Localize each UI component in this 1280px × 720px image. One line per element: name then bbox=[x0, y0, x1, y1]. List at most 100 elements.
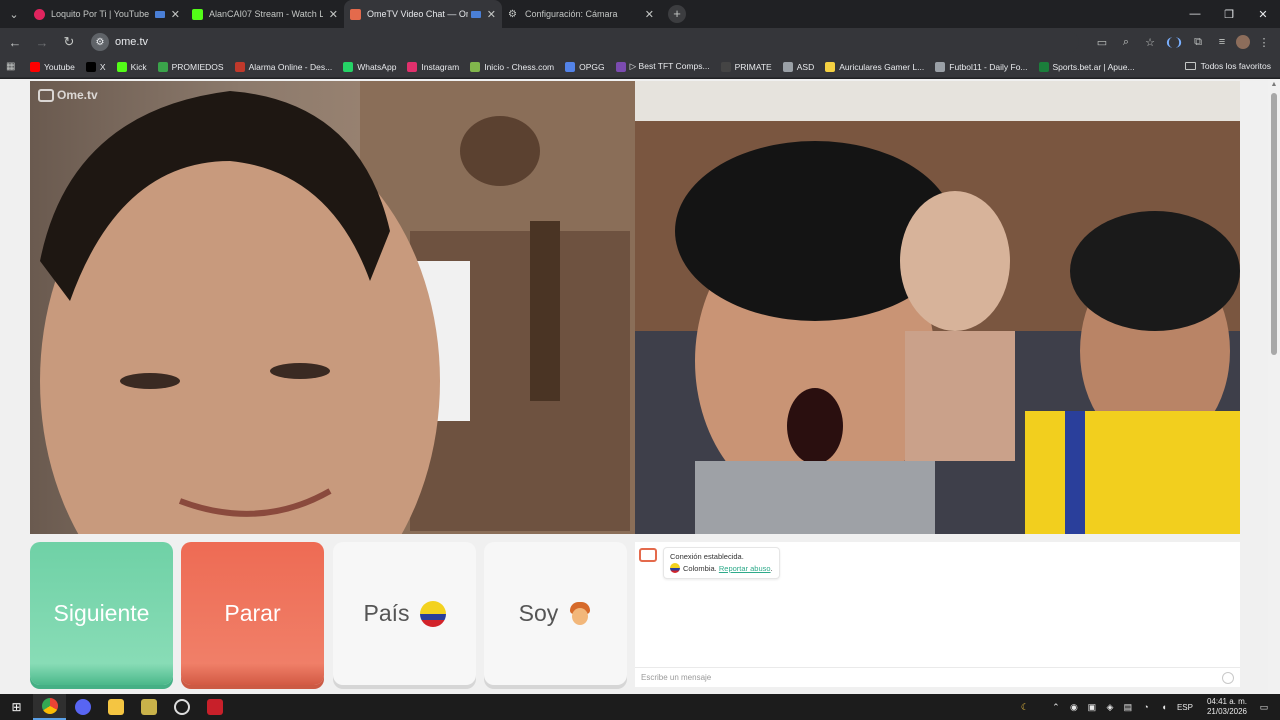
bookmark-item[interactable]: X bbox=[85, 61, 106, 72]
colombia-flag-icon bbox=[670, 563, 680, 573]
bookmark-label: X bbox=[99, 61, 106, 72]
reload-icon[interactable]: ↻ bbox=[57, 30, 81, 54]
site-info-icon[interactable]: ⚙ bbox=[91, 33, 109, 51]
message-placeholder: Escribe un mensaje bbox=[641, 673, 712, 682]
partner-country: Colombia. bbox=[683, 564, 717, 573]
tab-kick[interactable]: AlanCAI07 Stream - Watch Live ✕ bbox=[186, 0, 344, 28]
bookmark-label: Futbol11 - Daily Fo... bbox=[949, 61, 1028, 72]
taskbar-discord[interactable] bbox=[66, 694, 99, 720]
emoji-icon[interactable] bbox=[1222, 672, 1234, 684]
bookmark-item[interactable]: Kick bbox=[116, 61, 147, 72]
moon-icon[interactable]: ☾ bbox=[1017, 699, 1033, 715]
control-buttons: Siguiente Parar País Soy bbox=[30, 542, 627, 687]
bookmark-label: Instagram bbox=[421, 61, 460, 72]
bookmark-label: PRIMATE bbox=[734, 61, 772, 72]
zoom-icon[interactable]: ⌕ bbox=[1116, 32, 1136, 52]
bookmark-favicon-icon bbox=[720, 61, 731, 72]
profile-avatar[interactable] bbox=[1236, 35, 1250, 49]
tv-icon bbox=[38, 88, 54, 102]
bookmark-favicon-icon bbox=[935, 61, 946, 72]
bookmark-favicon-icon bbox=[470, 61, 481, 72]
language-indicator[interactable]: ESP bbox=[1177, 703, 1193, 712]
volume-icon[interactable]: ◔ bbox=[1138, 699, 1154, 715]
bookmark-item[interactable]: ▷ Best TFT Comps... bbox=[615, 61, 710, 72]
mic-icon[interactable]: ◖ bbox=[1156, 699, 1172, 715]
all-bookmarks[interactable]: Todos los favoritos bbox=[1184, 61, 1271, 71]
extension-icon[interactable]: ❨❩ bbox=[1164, 32, 1184, 52]
bookmark-label: WhatsApp bbox=[357, 61, 397, 72]
bookmark-item[interactable]: PRIMATE bbox=[720, 61, 772, 72]
bookmark-item[interactable]: Instagram bbox=[407, 61, 460, 72]
bookmark-item[interactable]: OPGG bbox=[565, 61, 605, 72]
chevron-up-icon[interactable]: ⌃ bbox=[1048, 699, 1064, 715]
all-bookmarks-label: Todos los favoritos bbox=[1200, 61, 1271, 71]
close-window-icon[interactable]: ✕ bbox=[1246, 0, 1280, 28]
bookmark-label: Youtube bbox=[44, 61, 75, 72]
steam-icon[interactable]: ◉ bbox=[1066, 699, 1082, 715]
system-tray: ☾ ⌃ ◉ ▣ ◈ ▤ ◔ ◖ ESP 04:41 a. m. 21/03/20… bbox=[1016, 694, 1280, 720]
country-button[interactable]: País bbox=[333, 542, 476, 685]
reading-list-icon[interactable]: ≡ bbox=[1212, 32, 1232, 52]
gender-button[interactable]: Soy bbox=[484, 542, 627, 685]
chrome-icon bbox=[41, 698, 58, 714]
start-button[interactable]: ⊞ bbox=[0, 694, 33, 720]
close-tab-icon[interactable]: ✕ bbox=[645, 8, 654, 21]
restore-icon[interactable]: ❐ bbox=[1212, 0, 1246, 28]
apps-grid-icon[interactable]: ▦ bbox=[6, 61, 20, 72]
tab-youtube[interactable]: Loquito Por Ti | YouTube M ✕ bbox=[28, 0, 186, 28]
bookmark-item[interactable]: Alarma Online - Des... bbox=[234, 61, 332, 72]
bookmark-item[interactable]: Youtube bbox=[30, 61, 75, 72]
clock[interactable]: 04:41 a. m. 21/03/2026 bbox=[1207, 697, 1247, 717]
controller-icon[interactable]: ◈ bbox=[1102, 699, 1118, 715]
stop-button[interactable]: Parar bbox=[181, 542, 324, 685]
taskbar-game[interactable] bbox=[198, 694, 231, 720]
extensions-puzzle-icon[interactable]: ⧉ bbox=[1188, 32, 1208, 52]
tab-settings-camera[interactable]: ⚙ Configuración: Cámara ✕ bbox=[502, 0, 660, 28]
bookmark-favicon-icon bbox=[85, 61, 96, 72]
display-icon[interactable]: ▣ bbox=[1084, 699, 1100, 715]
bookmark-item[interactable]: Sports.bet.ar | Apue... bbox=[1038, 61, 1135, 72]
tab-title: Configuración: Cámara bbox=[525, 9, 618, 19]
local-video: Ome.tv bbox=[30, 81, 635, 534]
tab-title: OmeTV Video Chat — Ome bbox=[367, 9, 468, 19]
browser-toolbar: ← → ↻ ⚙ ome.tv ▭ ⌕ ☆ ❨❩ ⧉ ≡ ⋮ bbox=[0, 28, 1280, 56]
taskbar-obs[interactable] bbox=[165, 694, 198, 720]
notification-icon[interactable]: ▭ bbox=[1256, 699, 1272, 715]
bookmark-item[interactable]: PROMIEDOS bbox=[157, 61, 224, 72]
ometv-icon bbox=[350, 8, 361, 20]
back-icon[interactable]: ← bbox=[3, 30, 27, 54]
install-icon[interactable]: ▭ bbox=[1092, 32, 1112, 52]
local-camera-feed bbox=[40, 81, 635, 534]
bookmark-item[interactable]: Inicio - Chess.com bbox=[470, 61, 554, 72]
scroll-up-icon[interactable]: ▲ bbox=[1268, 79, 1280, 91]
bookmark-favicon-icon bbox=[825, 61, 836, 72]
report-abuse-link[interactable]: Reportar abuso bbox=[719, 564, 771, 573]
tab-search-icon[interactable]: ⌄ bbox=[0, 0, 28, 28]
tab-ometv[interactable]: OmeTV Video Chat — Ome ✕ bbox=[344, 0, 502, 28]
bookmark-favicon-icon bbox=[30, 61, 40, 72]
bookmark-item[interactable]: Futbol11 - Daily Fo... bbox=[935, 61, 1028, 72]
bookmark-item[interactable]: WhatsApp bbox=[343, 61, 397, 72]
next-button[interactable]: Siguiente bbox=[30, 542, 173, 685]
close-tab-icon[interactable]: ✕ bbox=[329, 8, 338, 21]
bookmark-star-icon[interactable]: ☆ bbox=[1140, 32, 1160, 52]
menu-icon[interactable]: ⋮ bbox=[1254, 32, 1274, 52]
ometv-chat-icon bbox=[639, 548, 657, 562]
new-tab-button[interactable]: + bbox=[668, 5, 686, 23]
network-icon[interactable]: ▤ bbox=[1120, 699, 1136, 715]
bookmark-item[interactable]: ASD bbox=[782, 61, 814, 72]
taskbar-explorer[interactable] bbox=[99, 694, 132, 720]
taskbar-chrome[interactable] bbox=[33, 694, 66, 720]
scrollbar-thumb[interactable] bbox=[1271, 93, 1277, 355]
address-bar[interactable]: ⚙ ome.tv bbox=[89, 31, 1079, 53]
bookmark-item[interactable]: Auriculares Gamer L... bbox=[825, 61, 924, 72]
message-bubble: Conexión establecida. Colombia. Reportar… bbox=[663, 547, 780, 579]
page-scrollbar[interactable]: ▲ bbox=[1268, 79, 1280, 694]
forward-icon[interactable]: → bbox=[30, 30, 54, 54]
close-tab-icon[interactable]: ✕ bbox=[487, 8, 496, 21]
message-input[interactable]: Escribe un mensaje bbox=[635, 667, 1240, 687]
taskbar-app[interactable] bbox=[132, 694, 165, 720]
app-icon bbox=[140, 699, 157, 715]
minimize-icon[interactable]: — bbox=[1178, 0, 1212, 28]
close-tab-icon[interactable]: ✕ bbox=[171, 8, 180, 21]
